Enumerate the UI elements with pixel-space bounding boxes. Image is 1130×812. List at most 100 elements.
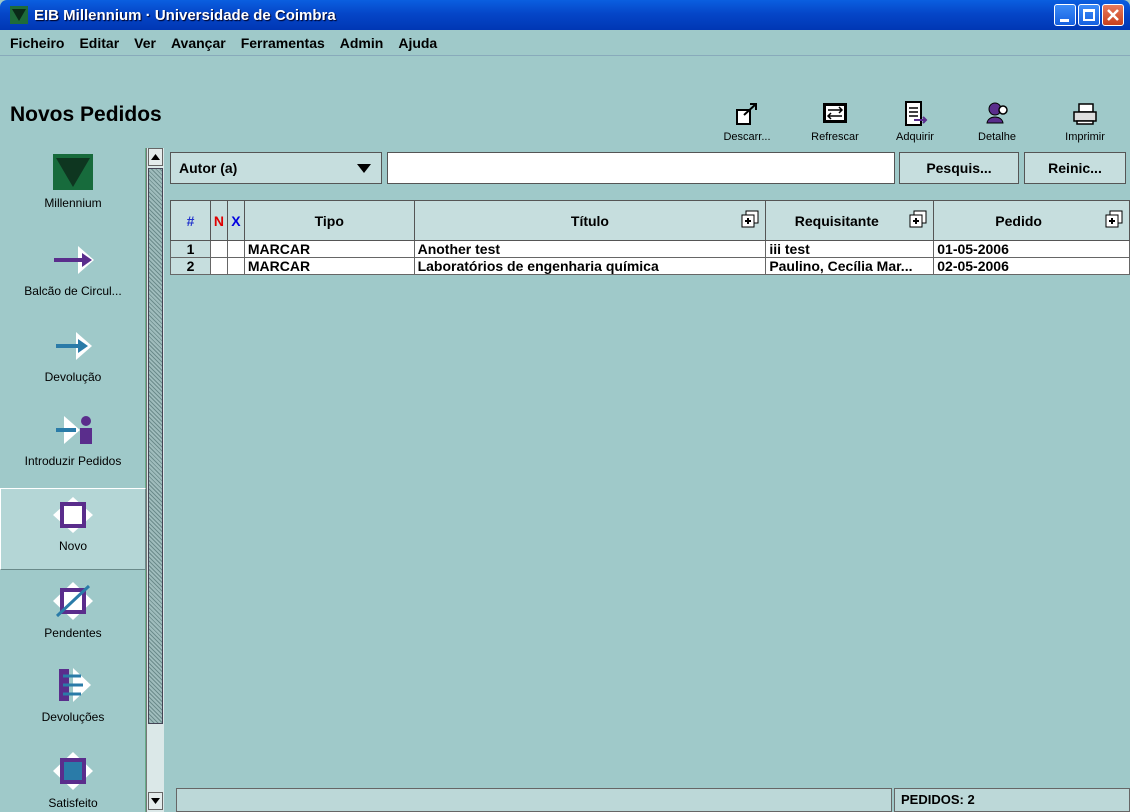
sidebar-label-satisfeito: Satisfeito: [48, 796, 98, 810]
sidebar-item-satisfeito[interactable]: Satisfeito: [0, 752, 146, 812]
satisfied-icon: [53, 752, 93, 790]
row-number: 2: [170, 257, 211, 275]
column-header-pedido[interactable]: Pedido: [933, 200, 1130, 241]
row-x-flag: [226, 257, 245, 275]
row-titulo: Laboratórios de engenharia química: [413, 257, 767, 275]
column-header-number[interactable]: #: [170, 200, 211, 241]
sidebar-item-devolucoes[interactable]: Devoluções: [0, 666, 146, 736]
table-row[interactable]: 1 MARCAR Another test iii test 01-05-200…: [170, 240, 1130, 258]
sidebar-label-novo: Novo: [58, 539, 87, 553]
discard-icon: [736, 103, 757, 125]
menu-bar: Ficheiro Editar Ver Avançar Ferramentas …: [0, 30, 1130, 56]
acquire-icon: [905, 101, 928, 126]
column-header-tipo[interactable]: Tipo: [243, 200, 415, 241]
sidebar-label-devolucao: Devolução: [44, 370, 102, 384]
menu-ferramentas[interactable]: Ferramentas: [241, 35, 325, 51]
search-input[interactable]: [387, 152, 895, 184]
window-title: EIB Millennium · Universidade de Coimbra: [34, 6, 336, 24]
print-button[interactable]: Imprimir: [1050, 101, 1120, 143]
menu-admin[interactable]: Admin: [340, 35, 384, 51]
row-n-flag: [209, 240, 228, 258]
menu-ajuda[interactable]: Ajuda: [398, 35, 437, 51]
menu-avancar[interactable]: Avançar: [171, 35, 226, 51]
scroll-up-button[interactable]: [148, 148, 163, 166]
discard-label: Descarr...: [723, 131, 771, 143]
requests-table: # N X Tipo Título Requisitante Pedido 1 …: [170, 200, 1130, 780]
page-header: Novos Pedidos Descarr... Refrescar Adqui…: [0, 58, 1130, 148]
printer-icon: [1073, 103, 1097, 125]
column-header-titulo[interactable]: Título: [413, 200, 767, 241]
minimize-button[interactable]: [1054, 4, 1076, 26]
sidebar-label-millennium: Millennium: [44, 196, 102, 210]
search-bar: Autor (a) Pesquis... Reinic...: [166, 150, 1130, 188]
column-chooser-icon[interactable]: [909, 210, 927, 228]
scrollbar-thumb[interactable]: [148, 168, 163, 724]
return-arrow-icon: [56, 332, 92, 360]
acquire-label: Adquirir: [896, 131, 934, 143]
close-icon: [1107, 9, 1119, 21]
close-button[interactable]: [1102, 4, 1124, 26]
row-pedido: 02-05-2006: [933, 257, 1130, 275]
detail-button[interactable]: Detalhe: [962, 101, 1032, 143]
row-requisitante: Paulino, Cecília Mar...: [765, 257, 935, 275]
circulation-arrow-icon: [54, 246, 94, 274]
row-n-flag: [209, 257, 228, 275]
chevron-down-icon: [357, 164, 371, 173]
maximize-button[interactable]: [1078, 4, 1100, 26]
row-tipo: MARCAR: [243, 257, 415, 275]
row-number: 1: [170, 240, 211, 258]
sidebar-item-pendentes[interactable]: Pendentes: [0, 582, 146, 652]
print-label: Imprimir: [1065, 131, 1105, 143]
row-x-flag: [226, 240, 245, 258]
status-message: [176, 788, 892, 812]
sidebar-label-pendentes: Pendentes: [44, 626, 102, 640]
column-chooser-icon[interactable]: [1105, 210, 1123, 228]
returns-icon: [59, 668, 91, 702]
sidebar-item-devolucao[interactable]: Devolução: [0, 328, 146, 398]
status-bar: PEDIDOS: 2: [170, 786, 1130, 812]
column-header-x[interactable]: X: [226, 200, 245, 241]
row-titulo: Another test: [413, 240, 767, 258]
menu-editar[interactable]: Editar: [79, 35, 119, 51]
reset-button[interactable]: Reinic...: [1024, 152, 1126, 184]
sidebar-label-devolucoes: Devoluções: [41, 710, 105, 724]
sidebar: Millennium Balcão de Circul... Devolução…: [0, 148, 146, 812]
table-row[interactable]: 2 MARCAR Laboratórios de engenharia quím…: [170, 257, 1130, 275]
sidebar-label-circulation: Balcão de Circul...: [24, 284, 122, 298]
row-requisitante: iii test: [765, 240, 935, 258]
search-button[interactable]: Pesquis...: [899, 152, 1019, 184]
acquire-button[interactable]: Adquirir: [880, 101, 950, 143]
requests-count: PEDIDOS: 2: [894, 788, 1130, 812]
column-chooser-icon[interactable]: [741, 210, 759, 228]
scroll-down-button[interactable]: [148, 792, 163, 810]
discard-button[interactable]: Descarr...: [712, 101, 782, 143]
pending-icon: [53, 582, 93, 620]
menu-ver[interactable]: Ver: [134, 35, 156, 51]
refresh-label: Refrescar: [811, 131, 859, 143]
column-header-requisitante[interactable]: Requisitante: [765, 200, 935, 241]
sidebar-scrollbar[interactable]: [146, 148, 164, 812]
detail-label: Detalhe: [978, 131, 1016, 143]
arrow-down-icon: [151, 798, 160, 804]
detail-icon: [986, 102, 1008, 124]
row-tipo: MARCAR: [243, 240, 415, 258]
window-title-bar: EIB Millennium · Universidade de Coimbra: [0, 0, 1130, 30]
sidebar-item-introduzir-pedidos[interactable]: Introduzir Pedidos: [0, 412, 146, 482]
sidebar-item-novo[interactable]: Novo: [0, 488, 146, 570]
row-pedido: 01-05-2006: [933, 240, 1130, 258]
arrow-up-icon: [151, 154, 160, 160]
refresh-button[interactable]: Refrescar: [800, 101, 870, 143]
sidebar-item-millennium[interactable]: Millennium: [0, 154, 146, 224]
refresh-icon: [823, 103, 847, 123]
search-field-select[interactable]: Autor (a): [170, 152, 382, 184]
column-header-n[interactable]: N: [209, 200, 228, 241]
enter-request-icon: [56, 416, 92, 444]
search-field-value: Autor (a): [179, 160, 238, 176]
sidebar-item-circulation[interactable]: Balcão de Circul...: [0, 242, 146, 312]
millennium-logo-icon: [53, 154, 93, 190]
new-square-icon: [53, 497, 93, 533]
millennium-logo-icon: [10, 6, 28, 24]
page-title: Novos Pedidos: [10, 103, 162, 126]
menu-ficheiro[interactable]: Ficheiro: [10, 35, 64, 51]
sidebar-label-introduzir-pedidos: Introduzir Pedidos: [24, 454, 122, 468]
